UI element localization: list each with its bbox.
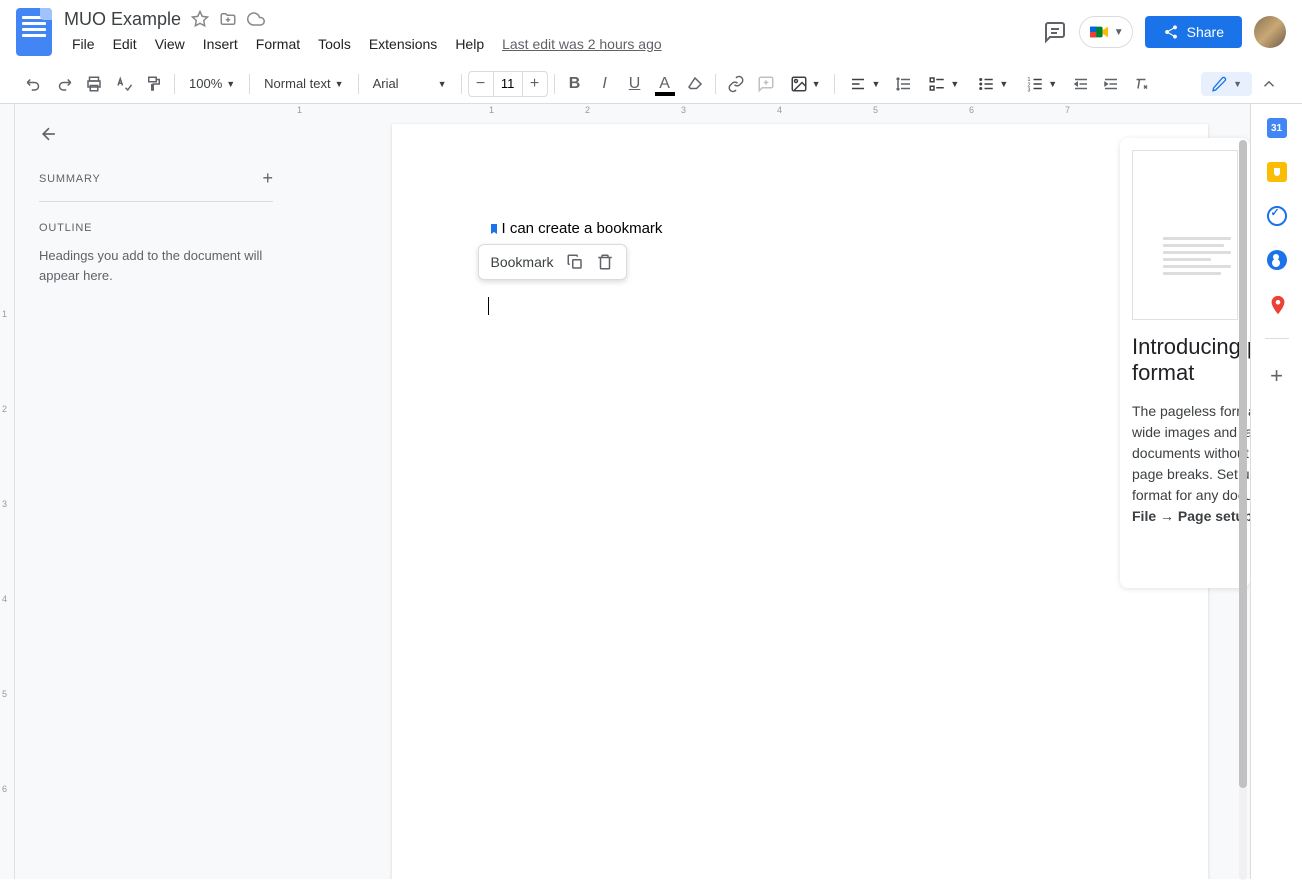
- font-select[interactable]: Arial▼: [365, 72, 455, 95]
- title-area: MUO Example File Edit View Insert Format…: [64, 9, 1043, 56]
- workspace: 1 2 3 4 5 6 1 1 2 3 4 5 6 7 SUMMARY + OU…: [0, 104, 1302, 879]
- numbered-list-button[interactable]: 123▼: [1018, 71, 1065, 97]
- outline-heading: OUTLINE: [39, 222, 273, 234]
- menu-extensions[interactable]: Extensions: [361, 32, 445, 56]
- header-right: ▼ Share: [1043, 16, 1286, 48]
- calendar-icon[interactable]: 31: [1267, 118, 1287, 138]
- separator: [715, 74, 716, 94]
- font-size-increase[interactable]: +: [523, 72, 547, 96]
- comment-history-icon[interactable]: [1043, 20, 1067, 44]
- editing-mode-button[interactable]: ▼: [1201, 72, 1252, 96]
- bookmark-line: I can create a bookmark Bookmark: [488, 220, 1112, 237]
- star-icon[interactable]: [191, 10, 209, 28]
- document-text[interactable]: I can create a bookmark: [502, 220, 663, 237]
- outline-collapse-button[interactable]: [39, 124, 273, 144]
- document-page[interactable]: I can create a bookmark Bookmark: [392, 124, 1208, 879]
- menu-format[interactable]: Format: [248, 32, 308, 56]
- style-select[interactable]: Normal text▼: [256, 72, 351, 95]
- get-addons-icon[interactable]: +: [1270, 363, 1283, 389]
- menu-file[interactable]: File: [64, 32, 103, 56]
- highlight-button[interactable]: [681, 70, 709, 98]
- side-panel: 31 +: [1250, 104, 1302, 879]
- separator: [174, 74, 175, 94]
- last-edit-link[interactable]: Last edit was 2 hours ago: [502, 36, 662, 52]
- cloud-status-icon[interactable]: [247, 10, 265, 28]
- align-button[interactable]: ▼: [841, 71, 888, 97]
- clear-formatting-button[interactable]: [1127, 70, 1155, 98]
- spellcheck-button[interactable]: [110, 70, 138, 98]
- pageless-info-panel[interactable]: Introducing pageless format The pageless…: [1120, 138, 1250, 588]
- keep-icon[interactable]: [1267, 162, 1287, 182]
- menu-tools[interactable]: Tools: [310, 32, 359, 56]
- meet-button[interactable]: ▼: [1079, 16, 1133, 48]
- scrollbar[interactable]: [1239, 140, 1247, 880]
- bold-button[interactable]: B: [561, 70, 589, 98]
- document-title[interactable]: MUO Example: [64, 9, 181, 30]
- side-separator: [1265, 338, 1289, 339]
- svg-text:3: 3: [1028, 87, 1031, 93]
- add-summary-button[interactable]: +: [262, 168, 273, 189]
- move-icon[interactable]: [219, 10, 237, 28]
- toolbar: 100%▼ Normal text▼ Arial▼ − + B I U A ▼ …: [0, 64, 1302, 104]
- info-title: Introducing pageless format: [1132, 334, 1238, 387]
- text-color-button[interactable]: A: [651, 70, 679, 98]
- print-button[interactable]: [80, 70, 108, 98]
- info-body: The pageless format allows wide images a…: [1132, 401, 1238, 527]
- insert-link-button[interactable]: [722, 70, 750, 98]
- font-size-decrease[interactable]: −: [469, 72, 493, 96]
- increase-indent-button[interactable]: [1097, 70, 1125, 98]
- menu-edit[interactable]: Edit: [105, 32, 145, 56]
- paint-format-button[interactable]: [140, 70, 168, 98]
- font-size-group: − +: [468, 71, 548, 97]
- separator: [358, 74, 359, 94]
- zoom-select[interactable]: 100%▼: [181, 72, 243, 95]
- separator: [834, 74, 835, 94]
- insert-image-button[interactable]: ▼: [782, 71, 829, 97]
- docs-logo-icon[interactable]: [16, 8, 52, 56]
- separator: [249, 74, 250, 94]
- italic-button[interactable]: I: [591, 70, 619, 98]
- bookmark-popup-label: Bookmark: [491, 254, 554, 270]
- underline-button[interactable]: U: [621, 70, 649, 98]
- share-button[interactable]: Share: [1145, 16, 1242, 48]
- separator: [554, 74, 555, 94]
- summary-heading: SUMMARY: [39, 173, 101, 185]
- undo-button[interactable]: [20, 70, 48, 98]
- redo-button[interactable]: [50, 70, 78, 98]
- menu-help[interactable]: Help: [447, 32, 492, 56]
- copy-link-icon[interactable]: [566, 253, 584, 271]
- info-preview-image: [1132, 150, 1238, 320]
- text-cursor: [488, 297, 489, 315]
- bookmark-icon[interactable]: [488, 222, 500, 236]
- bullet-list-button[interactable]: ▼: [969, 71, 1016, 97]
- share-label: Share: [1187, 24, 1224, 40]
- app-header: MUO Example File Edit View Insert Format…: [0, 0, 1302, 64]
- menu-view[interactable]: View: [147, 32, 193, 56]
- menu-insert[interactable]: Insert: [195, 32, 246, 56]
- outline-panel: SUMMARY + OUTLINE Headings you add to th…: [15, 104, 297, 879]
- bookmark-popup: Bookmark: [478, 244, 627, 280]
- menu-bar: File Edit View Insert Format Tools Exten…: [64, 32, 1043, 56]
- maps-icon[interactable]: [1267, 294, 1287, 314]
- add-comment-button[interactable]: [752, 70, 780, 98]
- contacts-icon[interactable]: [1267, 250, 1287, 270]
- font-size-input[interactable]: [493, 72, 523, 96]
- outline-empty-text: Headings you add to the document will ap…: [39, 246, 273, 285]
- decrease-indent-button[interactable]: [1067, 70, 1095, 98]
- delete-bookmark-icon[interactable]: [596, 253, 614, 271]
- user-avatar[interactable]: [1254, 16, 1286, 48]
- hide-menus-button[interactable]: [1256, 71, 1282, 97]
- checklist-button[interactable]: ▼: [920, 71, 967, 97]
- line-spacing-button[interactable]: [890, 70, 918, 98]
- vertical-ruler[interactable]: 1 2 3 4 5 6: [0, 104, 15, 879]
- tasks-icon[interactable]: [1267, 206, 1287, 226]
- separator: [461, 74, 462, 94]
